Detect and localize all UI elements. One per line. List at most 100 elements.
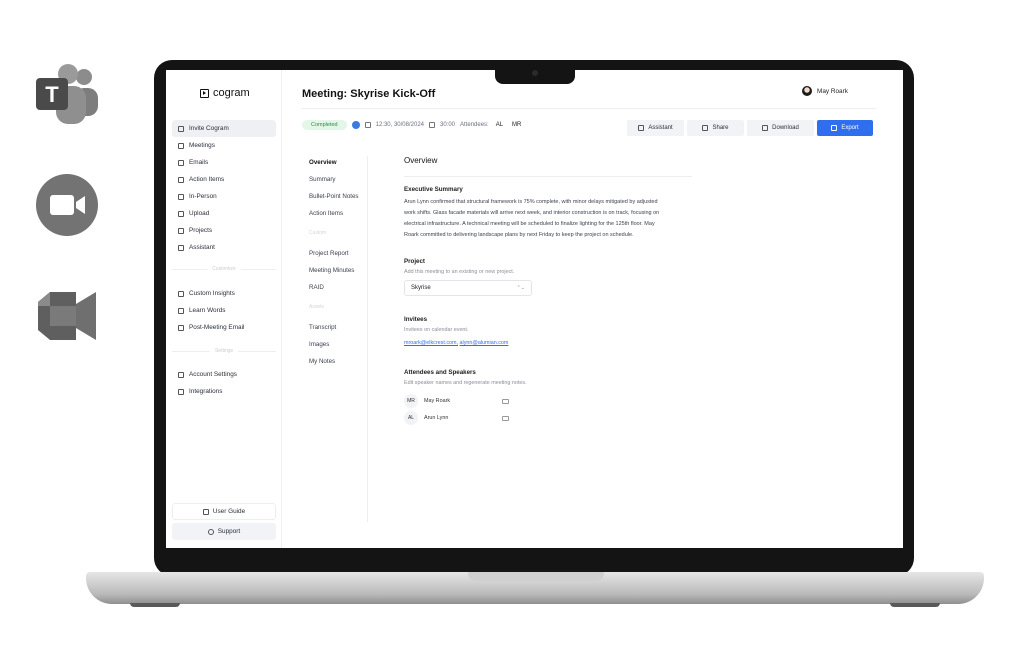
invitees-hint: Invitees on calendar event. [404,327,469,333]
attendees-label: Attendees: [460,122,489,128]
divider-customize: Customize [172,264,276,274]
camera-icon [532,70,538,76]
attendees-speakers-title: Attendees and Speakers [404,369,476,376]
meetings-icon [178,142,184,149]
attendee-chip[interactable]: AL [494,122,505,128]
attendee-chip[interactable]: MR [510,122,523,128]
app-screen: cogram Invite Cogram Meetings Emails Act… [166,70,903,548]
tab-bullet-point-notes[interactable]: Bullet-Point Notes [309,193,359,200]
meeting-duration: 30:00 [440,122,456,128]
sidebar-item-in-person[interactable]: In-Person [172,188,276,205]
project-hint: Add this meeting to an existing or new p… [404,269,515,275]
user-menu[interactable]: May Roark [802,86,848,96]
download-icon [762,125,769,131]
tab-my-notes[interactable]: My Notes [309,358,335,365]
speaker-initials: MR [404,394,418,408]
export-button[interactable]: Export [817,120,873,136]
project-select[interactable]: Skyrise ⌃⌄ [404,280,532,296]
executive-summary-title: Executive Summary [404,186,463,193]
user-name: May Roark [817,87,848,95]
invitee-list: mroark@elkcrest.com, alynn@alumian.com [404,340,508,346]
speaker-audio-icon[interactable] [502,415,509,421]
help-icon [207,528,214,535]
avatar [802,86,812,96]
page-title: Meeting: Skyrise Kick-Off [302,88,436,100]
book-icon [178,307,184,314]
zoom-icon[interactable] [36,174,98,236]
tab-meeting-minutes[interactable]: Meeting Minutes [309,267,354,274]
mail-icon [178,324,184,331]
laptop-opening-lip [468,572,604,581]
main-nav: Invite Cogram Meetings Emails Action Ite… [172,120,276,256]
calendar-icon [364,122,371,128]
header-divider [302,108,876,109]
sidebar: cogram Invite Cogram Meetings Emails Act… [166,70,282,548]
meeting-subnav: Overview Summary Bullet-Point Notes Acti… [302,156,368,522]
clock-icon [429,122,435,128]
speaker-row[interactable]: AL Arun Lynn [404,411,509,425]
download-button[interactable]: Download [747,120,814,136]
laptop-foot-left [130,603,180,607]
sidebar-item-meetings[interactable]: Meetings [172,137,276,154]
project-select-value: Skyrise [411,285,431,291]
meeting-meta: Completed 12:30, 30/08/2024 30:00 Attend… [302,120,523,130]
book-icon [202,508,209,515]
platform-icon [351,121,360,129]
teams-icon[interactable]: T [36,64,100,124]
tab-action-items[interactable]: Action Items [309,210,343,217]
speaker-row[interactable]: MR May Roark [404,394,509,408]
project-title: Project [404,258,425,265]
tab-raid[interactable]: RAID [309,284,324,291]
assistant-icon [638,125,645,131]
tab-summary[interactable]: Summary [309,176,335,183]
tab-project-report[interactable]: Project Report [309,250,349,257]
invitee-email-link[interactable]: mroark@elkcrest.com, [404,340,458,346]
tab-transcript[interactable]: Transcript [309,324,336,331]
user-guide-button[interactable]: User Guide [172,503,276,520]
support-button[interactable]: Support [172,523,276,540]
assistant-button[interactable]: Assistant [627,120,684,136]
upload-icon [178,210,184,217]
divider-settings: Settings [172,346,276,356]
sidebar-item-invite-cogram[interactable]: Invite Cogram [172,120,276,137]
sidebar-item-projects[interactable]: Projects [172,222,276,239]
customize-nav: Custom Insights Learn Words Post-Meeting… [172,285,276,336]
sidebar-item-post-meeting-email[interactable]: Post-Meeting Email [172,319,276,336]
overview-heading: Overview [404,156,438,165]
summary-line: electrical infrastructure. A technical m… [404,221,655,227]
overview-divider [404,176,692,177]
speaker-name: May Roark [424,398,451,404]
plug-icon [178,388,184,395]
mic-icon [178,193,184,200]
toolbar: Assistant Share Download Export [627,120,873,136]
sidebar-item-custom-insights[interactable]: Custom Insights [172,285,276,302]
folder-icon [178,227,184,234]
sidebar-item-learn-words[interactable]: Learn Words [172,302,276,319]
tab-overview[interactable]: Overview [309,159,337,166]
sidebar-item-emails[interactable]: Emails [172,154,276,171]
status-badge: Completed [302,120,347,130]
group-label-assets: Assets [309,304,325,310]
share-button[interactable]: Share [687,120,744,136]
invitee-email-link[interactable]: alynn@alumian.com [460,340,509,346]
google-meet-icon[interactable] [38,292,98,340]
speaker-name: Arun Lynn [424,415,449,421]
logo[interactable]: cogram [200,87,250,99]
assistant-icon [178,244,184,251]
speaker-audio-icon[interactable] [502,398,509,404]
sidebar-item-action-items[interactable]: Action Items [172,171,276,188]
brand-name: cogram [213,87,250,99]
sidebar-item-upload[interactable]: Upload [172,205,276,222]
invitees-title: Invitees [404,316,428,323]
sidebar-item-account-settings[interactable]: Account Settings [172,366,276,383]
sidebar-item-integrations[interactable]: Integrations [172,383,276,400]
tab-images[interactable]: Images [309,341,329,348]
speaker-initials: AL [404,411,418,425]
export-icon [831,125,838,131]
chevron-updown-icon: ⌃⌄ [516,285,525,291]
laptop-foot-right [890,603,940,607]
sidebar-item-assistant[interactable]: Assistant [172,239,276,256]
share-icon [702,125,709,131]
meeting-datetime: 12:30, 30/08/2024 [375,122,424,128]
cogram-logo-icon [200,88,209,98]
